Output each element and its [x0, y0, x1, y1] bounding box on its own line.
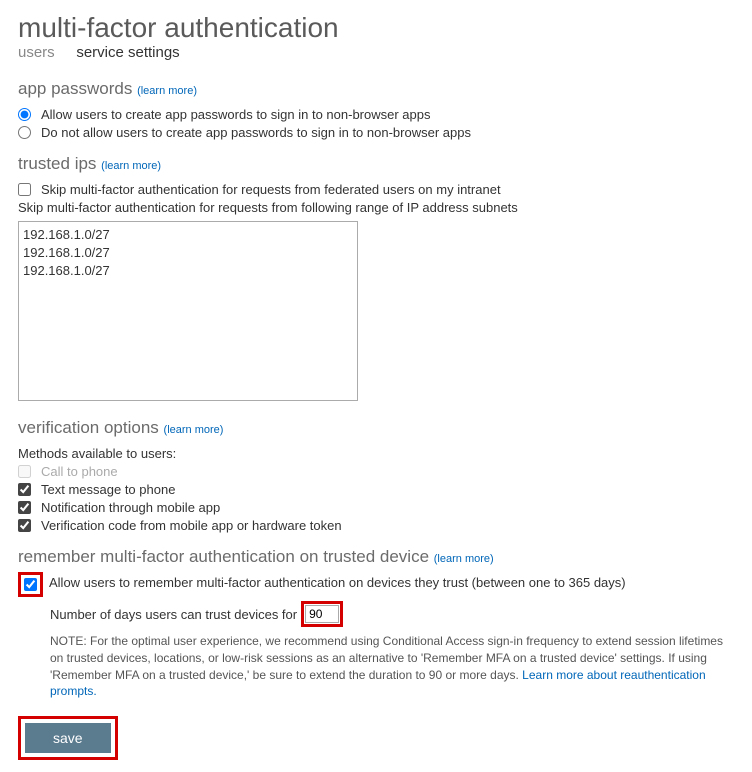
checkbox-allow-remember-mfa-label: Allow users to remember multi-factor aut… [49, 575, 626, 590]
highlight-remember-checkbox [18, 572, 43, 597]
checkbox-verification-code-label: Verification code from mobile app or har… [41, 518, 342, 533]
checkbox-call-to-phone-label: Call to phone [41, 464, 118, 479]
verification-options-heading: verification options [18, 418, 159, 437]
section-trusted-ips-title: trusted ips (learn more) [18, 154, 734, 174]
highlight-days-input [301, 601, 343, 627]
checkbox-text-to-phone[interactable] [18, 483, 31, 496]
methods-label: Methods available to users: [18, 446, 734, 461]
checkbox-verification-code[interactable] [18, 519, 31, 532]
days-label: Number of days users can trust devices f… [50, 607, 297, 622]
page-title: multi-factor authentication [18, 12, 734, 44]
checkbox-notification-app-label: Notification through mobile app [41, 500, 220, 515]
tab-service-settings[interactable]: service settings [76, 44, 179, 63]
section-remember-mfa-title: remember multi-factor authentication on … [18, 547, 734, 567]
checkbox-call-to-phone [18, 465, 31, 478]
remember-mfa-heading: remember multi-factor authentication on … [18, 547, 429, 566]
trusted-ips-learn-more-link[interactable]: (learn more) [101, 160, 161, 172]
radio-disallow-app-passwords-label: Do not allow users to create app passwor… [41, 125, 471, 140]
section-app-passwords-title: app passwords (learn more) [18, 79, 734, 99]
verification-options-learn-more-link[interactable]: (learn more) [164, 424, 224, 436]
app-passwords-learn-more-link[interactable]: (learn more) [137, 85, 197, 97]
ip-range-label: Skip multi-factor authentication for req… [18, 200, 734, 215]
highlight-save-button: save [18, 716, 118, 760]
radio-allow-app-passwords[interactable] [18, 108, 31, 121]
checkbox-skip-federated-label: Skip multi-factor authentication for req… [41, 182, 501, 197]
section-verification-options-title: verification options (learn more) [18, 418, 734, 438]
remember-mfa-learn-more-link[interactable]: (learn more) [434, 553, 494, 565]
tab-users[interactable]: users [18, 44, 55, 63]
ip-subnets-textarea[interactable] [18, 221, 358, 401]
checkbox-text-to-phone-label: Text message to phone [41, 482, 175, 497]
radio-disallow-app-passwords[interactable] [18, 126, 31, 139]
checkbox-allow-remember-mfa[interactable] [24, 578, 37, 591]
save-button[interactable]: save [25, 723, 111, 753]
app-passwords-heading: app passwords [18, 79, 132, 98]
checkbox-skip-federated[interactable] [18, 183, 31, 196]
input-days[interactable] [305, 605, 339, 623]
tabs: users service settings [18, 44, 734, 63]
radio-allow-app-passwords-label: Allow users to create app passwords to s… [41, 107, 430, 122]
checkbox-notification-app[interactable] [18, 501, 31, 514]
remember-mfa-note: NOTE: For the optimal user experience, w… [50, 633, 734, 700]
trusted-ips-heading: trusted ips [18, 154, 96, 173]
